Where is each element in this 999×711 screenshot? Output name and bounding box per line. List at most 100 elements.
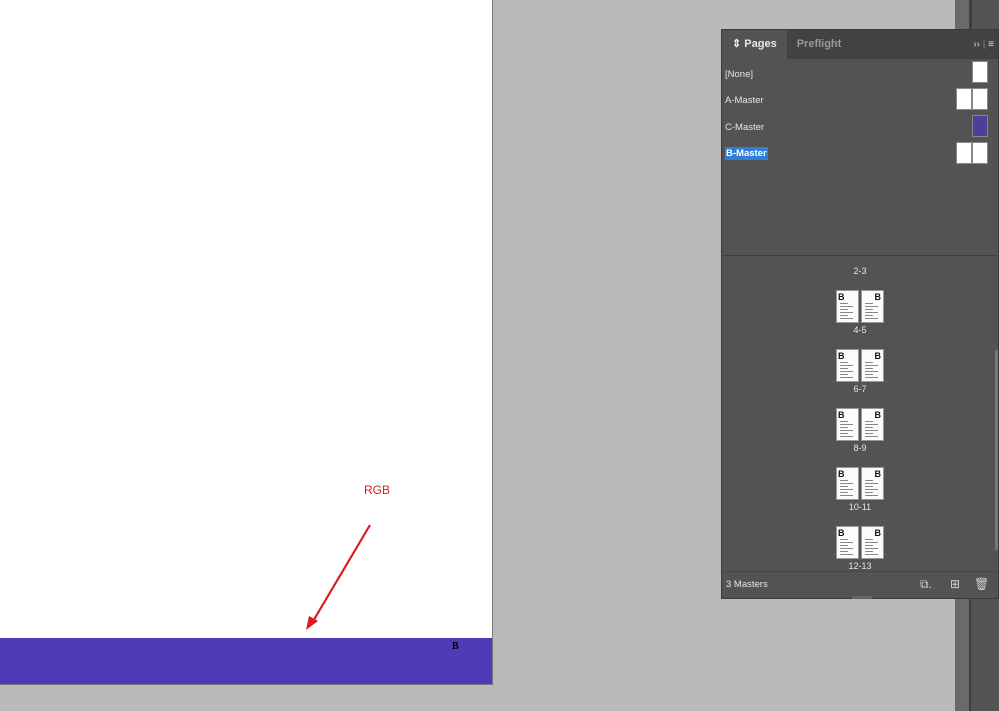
page-thumb[interactable]: B [836,290,859,323]
text-line [865,312,878,313]
text-line [840,545,848,546]
text-line [865,551,873,552]
master-letter: B [838,469,845,479]
page-thumb[interactable]: B [861,349,884,382]
text-line [865,480,873,481]
text-line [840,492,848,493]
master-letter: B [874,528,882,538]
text-line [840,551,848,552]
page-spread[interactable]: BB [836,408,884,441]
text-line [865,545,873,546]
hamburger-menu-icon[interactable]: ≡ [988,39,994,50]
scrollbar[interactable] [995,350,998,550]
master-letter: B [874,469,882,479]
text-line [865,486,873,487]
page-thumb[interactable]: B [861,408,884,441]
text-line [840,309,848,310]
page-spread[interactable]: BB [836,526,884,559]
new-page-icon[interactable]: ⊞ [950,577,960,591]
text-line [840,427,848,428]
text-line [840,480,848,481]
text-line [840,365,853,366]
text-line [840,433,848,434]
annotation-arrow [306,524,371,630]
master-letter: B [874,410,882,420]
page-thumb[interactable]: B [836,408,859,441]
text-line [865,489,878,490]
edit-page-size-icon[interactable]: ⧉. [920,577,932,592]
page-thumb[interactable]: B [836,467,859,500]
text-line [865,374,873,375]
text-line [865,362,873,363]
text-line [865,365,878,366]
text-line [840,421,848,422]
page-spread[interactable]: BB [836,349,884,382]
text-line [865,371,878,372]
text-line [865,309,873,310]
band-letter: B [452,641,459,652]
text-line [840,430,853,431]
master-thumb[interactable] [956,88,972,110]
text-line [865,554,878,555]
text-line [865,483,878,484]
text-line [840,495,853,496]
text-line [865,424,878,425]
text-line [840,368,848,369]
master-letter: B [838,410,845,420]
resize-grip[interactable] [852,596,872,599]
text-line [840,539,848,540]
double-chevron-right-icon[interactable]: ›› [973,39,980,50]
text-line [865,427,873,428]
text-line [840,542,853,543]
page-thumb[interactable]: B [836,349,859,382]
text-line [865,548,878,549]
text-line [865,368,873,369]
master-letter: B [874,351,882,361]
master-thumb[interactable] [972,88,988,110]
spread-label: 8-9 [853,443,867,453]
text-line [865,433,873,434]
tab-preflight[interactable]: Preflight [787,30,852,59]
text-line [840,315,848,316]
page-spread[interactable]: BB [836,290,884,323]
trash-icon[interactable]: 🗑 [974,577,989,591]
page-spread[interactable]: BB [836,467,884,500]
master-thumb[interactable] [956,142,972,164]
text-line [840,374,848,375]
master-thumb[interactable] [972,61,988,83]
text-line [865,430,878,431]
text-line [840,548,853,549]
text-line [840,483,853,484]
master-letter: B [874,292,882,302]
text-line [840,303,848,304]
text-line [865,542,878,543]
text-line [865,318,878,319]
text-line [840,489,853,490]
spread-label: 6-7 [853,384,867,394]
page-thumb[interactable]: B [861,526,884,559]
spread-label: 12-13 [848,561,872,571]
page-thumb[interactable]: B [836,526,859,559]
text-line [865,315,873,316]
text-line [865,377,878,378]
text-line [865,421,873,422]
text-line [865,495,878,496]
master-thumb[interactable] [972,142,988,164]
text-line [865,539,873,540]
master-a[interactable]: A-Master [725,95,764,106]
master-b[interactable]: B-Master [725,147,768,160]
spread-label: 4-5 [853,325,867,335]
tab-pages[interactable]: ⇕ Pages [722,30,787,59]
master-thumb[interactable] [972,115,988,137]
text-line [840,362,848,363]
text-line [840,554,853,555]
text-line [840,306,853,307]
text-line [840,436,853,437]
rgb-color-band [0,638,492,684]
page-thumb[interactable]: B [861,290,884,323]
master-c[interactable]: C-Master [725,122,764,133]
page-thumb[interactable]: B [861,467,884,500]
master-none[interactable]: [None] [725,69,753,80]
panel-footer: 3 Masters ⧉. ⊞ 🗑 [722,571,998,598]
masters-list: [None] A-Master C-Master B-Master [722,59,998,256]
